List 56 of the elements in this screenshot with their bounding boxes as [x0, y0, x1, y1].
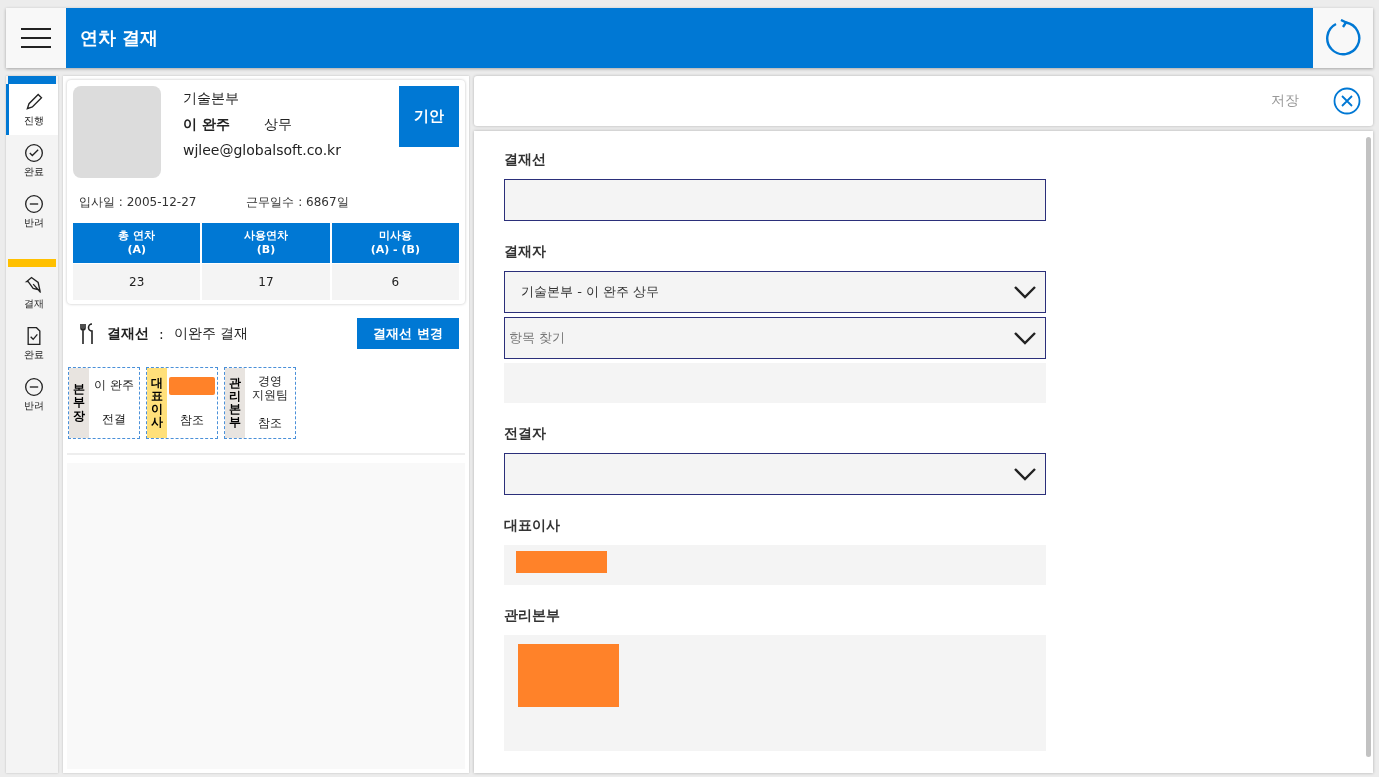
join-date-text: 입사일 : 2005-12-27 — [79, 194, 197, 211]
page-title: 연차 결재 — [79, 26, 160, 50]
sidebar-item[interactable]: 완료 — [6, 318, 58, 369]
role-label: 관리본부 — [225, 368, 245, 438]
select-field[interactable]: 항목 찾기 — [504, 317, 1046, 359]
sidebar-item[interactable]: 반려 — [6, 186, 58, 237]
refresh-icon — [1324, 19, 1362, 57]
select-field[interactable]: 기술본부 - 이 완주 상무 — [504, 271, 1046, 313]
role-label: 대표이사 — [147, 368, 167, 438]
change-line-button[interactable]: 결재선 변경 — [357, 318, 459, 349]
minus-circle-icon — [23, 193, 44, 214]
department-text: 기술본부 — [183, 90, 240, 108]
table-cell: 23 — [73, 264, 201, 300]
refresh-button[interactable] — [1313, 8, 1373, 68]
approval-line-value: 이완주 결재 — [173, 324, 249, 343]
approver-name: 이 완주 — [94, 377, 134, 393]
menu-button[interactable] — [6, 8, 66, 68]
table-cell: 6 — [331, 264, 459, 300]
sidebar-item[interactable]: 결재 — [6, 267, 58, 318]
chevron-down-icon — [1013, 331, 1037, 345]
approval-type: 참조 — [180, 412, 204, 430]
field-label: 전결자 — [504, 424, 547, 443]
chevron-down-icon — [1013, 467, 1037, 481]
email-text: wjlee@globalsoft.co.kr — [183, 142, 342, 158]
minus-circle-icon — [23, 376, 44, 397]
approver-name: 경영 지원팀 — [252, 374, 288, 403]
pencil-icon — [23, 91, 44, 112]
pen-nib-icon — [23, 274, 44, 295]
input-field[interactable] — [504, 179, 1046, 221]
field-label: 결재선 — [504, 150, 547, 169]
chevron-down-icon — [1013, 285, 1037, 299]
draft-button[interactable]: 기안 — [399, 86, 459, 147]
table-header-cell: 사용연차 (B) — [202, 223, 330, 263]
field-label: 관리본부 — [504, 606, 561, 625]
close-button[interactable] — [1333, 87, 1361, 115]
field-label: 대표이사 — [504, 516, 561, 535]
separator-text: : — [159, 325, 164, 342]
table-header-cell: 미사용 (A) - (B) — [331, 223, 459, 263]
work-days-text: 근무일수 : 6867일 — [246, 194, 349, 211]
field-label: 결재자 — [504, 242, 547, 261]
approval-line-label: 결재선 — [107, 324, 149, 343]
redaction-block — [169, 376, 215, 395]
position-text: 상무 — [263, 116, 292, 134]
role-label: 본부장 — [69, 368, 89, 438]
sidebar-item[interactable]: 진행 — [6, 84, 58, 135]
select-field[interactable] — [504, 453, 1046, 495]
approval-type: 참조 — [258, 414, 282, 432]
close-icon — [1333, 87, 1361, 115]
approval-type: 전결 — [102, 411, 126, 429]
sidebar-item[interactable]: 완료 — [6, 135, 58, 186]
sidebar-item[interactable]: 반려 — [6, 369, 58, 420]
table-header-cell: 총 연차 (A) — [73, 223, 201, 263]
check-circle-icon — [23, 142, 44, 163]
menu-icon — [20, 27, 52, 49]
employee-name: 이 완주 — [183, 116, 230, 134]
table-cell: 17 — [202, 264, 330, 300]
